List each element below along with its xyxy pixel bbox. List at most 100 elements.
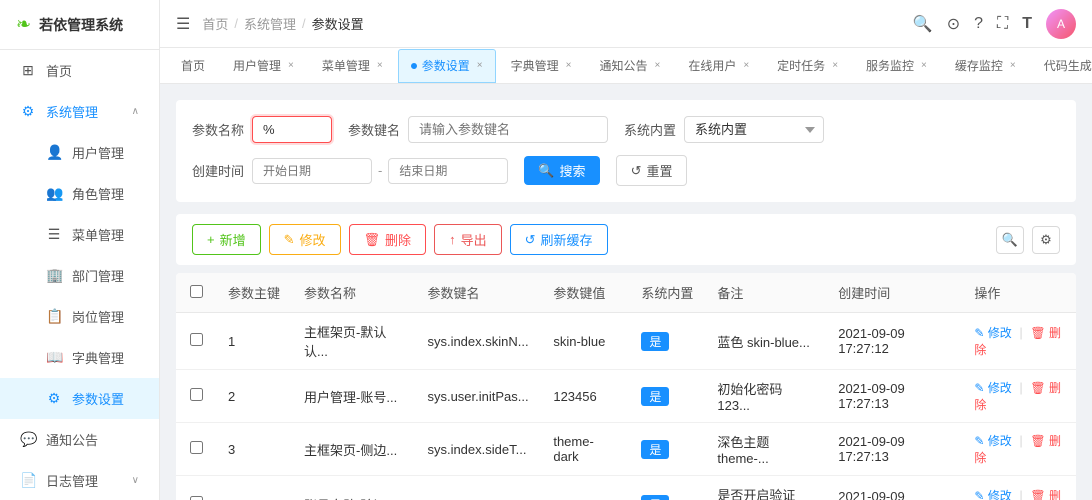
- home-icon: ⊞: [20, 62, 36, 79]
- reset-btn-label: 重置: [646, 161, 672, 180]
- cell-value: true: [541, 476, 629, 500]
- cell-key: sys.account.ca...: [415, 476, 541, 500]
- row-checkbox[interactable]: [190, 441, 203, 454]
- tab-close-icon[interactable]: ×: [377, 60, 383, 71]
- search-row-1: 参数名称 参数键名 系统内置 系统内置 否: [192, 116, 1060, 143]
- sidebar-item-label: 字典管理: [72, 348, 124, 367]
- tab-dict[interactable]: 字典管理 ×: [498, 49, 585, 83]
- font-icon[interactable]: T: [1022, 15, 1032, 33]
- param-name-input[interactable]: [252, 116, 332, 143]
- cell-name: 主框架页-默认认...: [292, 313, 415, 370]
- sidebar-item-post[interactable]: 📋 岗位管理: [0, 296, 159, 337]
- sidebar-item-label: 角色管理: [72, 184, 124, 203]
- row-checkbox-cell: [176, 423, 216, 476]
- tab-user[interactable]: 用户管理 ×: [220, 49, 307, 83]
- edit-button[interactable]: ✎ 修改: [269, 224, 341, 255]
- sidebar-item-params[interactable]: ⚙ 参数设置: [0, 378, 159, 419]
- select-all-checkbox[interactable]: [190, 285, 203, 298]
- row-checkbox[interactable]: [190, 496, 203, 500]
- tab-close-icon[interactable]: ×: [654, 60, 660, 71]
- col-created: 创建时间: [826, 273, 962, 313]
- tab-close-icon[interactable]: ×: [832, 60, 838, 71]
- create-time-label: 创建时间: [192, 161, 244, 180]
- sidebar-item-menu[interactable]: ☰ 菜单管理: [0, 214, 159, 255]
- tab-menu[interactable]: 菜单管理 ×: [309, 49, 396, 83]
- tab-close-icon[interactable]: ×: [1010, 60, 1016, 71]
- row-checkbox[interactable]: [190, 333, 203, 346]
- tab-online[interactable]: 在线用户 ×: [675, 49, 762, 83]
- sidebar-item-sys[interactable]: ⚙ 系统管理 ∧: [0, 91, 159, 132]
- search-btn-label: 搜索: [560, 161, 586, 180]
- param-key-input[interactable]: [408, 116, 608, 143]
- search-button[interactable]: 🔍 搜索: [524, 156, 599, 185]
- action-sep: |: [1019, 433, 1022, 448]
- search-icon[interactable]: 🔍: [913, 14, 933, 34]
- cell-internal: 是: [629, 476, 705, 500]
- tab-codegen[interactable]: 代码生成 ×: [1031, 49, 1092, 83]
- reset-btn-icon: ↺: [631, 163, 642, 179]
- delete-button[interactable]: 🗑 删除: [349, 224, 427, 255]
- tab-notice[interactable]: 通知公告 ×: [586, 49, 673, 83]
- sidebar-item-notice[interactable]: 💬 通知公告: [0, 419, 159, 460]
- breadcrumb-home[interactable]: 首页: [202, 14, 228, 33]
- cell-key: sys.index.sideT...: [415, 423, 541, 476]
- table-settings-btn[interactable]: ⚙: [1032, 226, 1060, 254]
- tab-close-icon[interactable]: ×: [477, 60, 483, 71]
- sys-internal-select[interactable]: 系统内置 否: [684, 116, 824, 143]
- col-name: 参数名称: [292, 273, 415, 313]
- add-button[interactable]: + 新增: [192, 224, 261, 255]
- sys-internal-label: 系统内置: [624, 120, 676, 139]
- cell-key: sys.index.skinN...: [415, 313, 541, 370]
- breadcrumb-sep: /: [234, 16, 238, 31]
- help-icon[interactable]: ?: [974, 15, 983, 33]
- sidebar-item-home[interactable]: ⊞ 首页: [0, 50, 159, 91]
- tab-params[interactable]: 参数设置 ×: [398, 49, 496, 83]
- edit-action[interactable]: ✎ 修改: [974, 489, 1011, 500]
- user-avatar[interactable]: A: [1046, 9, 1076, 39]
- edit-action[interactable]: ✎ 修改: [974, 381, 1011, 395]
- table-search-btn[interactable]: 🔍: [996, 226, 1024, 254]
- tab-label: 字典管理: [511, 57, 559, 74]
- edit-action[interactable]: ✎ 修改: [974, 434, 1011, 448]
- tab-close-icon[interactable]: ×: [743, 60, 749, 71]
- cell-value: skin-blue: [541, 313, 629, 370]
- action-sep: |: [1019, 325, 1022, 340]
- edit-action[interactable]: ✎ 修改: [974, 326, 1011, 340]
- cell-remark: 蓝色 skin-blue...: [705, 313, 826, 370]
- breadcrumb-sys[interactable]: 系统管理: [244, 14, 296, 33]
- table-row: 1 主框架页-默认认... sys.index.skinN... skin-bl…: [176, 313, 1076, 370]
- tab-service[interactable]: 服务监控 ×: [853, 49, 940, 83]
- hamburger-menu-icon[interactable]: ☰: [176, 14, 190, 34]
- sidebar-item-dict[interactable]: 📖 字典管理: [0, 337, 159, 378]
- user-icon: 👤: [46, 144, 62, 161]
- notice-icon: 💬: [20, 431, 36, 448]
- tab-home[interactable]: 首页: [168, 49, 218, 83]
- settings-icon: ⚙: [20, 103, 36, 120]
- tab-close-icon[interactable]: ×: [566, 60, 572, 71]
- row-checkbox[interactable]: [190, 388, 203, 401]
- github-icon[interactable]: ⊙: [947, 14, 960, 34]
- sidebar-item-role[interactable]: 👥 角色管理: [0, 173, 159, 214]
- cell-created: 2021-09-09 17:27:13: [826, 476, 962, 500]
- date-end-input[interactable]: [388, 158, 508, 184]
- app-header: ☰ 首页 / 系统管理 / 参数设置 🔍 ⊙ ? ⛶ T A: [160, 0, 1092, 48]
- edit-icon: ✎: [284, 232, 295, 248]
- export-btn-label: 导出: [461, 230, 487, 249]
- sidebar-item-dept[interactable]: 🏢 部门管理: [0, 255, 159, 296]
- tab-cron[interactable]: 定时任务 ×: [764, 49, 851, 83]
- breadcrumb: 首页 / 系统管理 / 参数设置: [202, 14, 912, 33]
- sidebar-item-log[interactable]: 📄 日志管理 ∨: [0, 460, 159, 500]
- cell-id: 2: [216, 370, 292, 423]
- fullscreen-icon[interactable]: ⛶: [997, 15, 1008, 33]
- sidebar-item-label: 日志管理: [46, 471, 98, 490]
- sidebar-item-user[interactable]: 👤 用户管理: [0, 132, 159, 173]
- content-area: 参数名称 参数键名 系统内置 系统内置 否 创建时间: [160, 84, 1092, 500]
- reset-button[interactable]: ↺ 重置: [616, 155, 688, 186]
- tab-label: 定时任务: [777, 57, 825, 74]
- tab-close-icon[interactable]: ×: [921, 60, 927, 71]
- date-start-input[interactable]: [252, 158, 372, 184]
- tab-cache[interactable]: 缓存监控 ×: [942, 49, 1029, 83]
- export-button[interactable]: ↑ 导出: [434, 224, 502, 255]
- tab-close-icon[interactable]: ×: [288, 60, 294, 71]
- sync-button[interactable]: ↺ 刷新缓存: [510, 224, 608, 255]
